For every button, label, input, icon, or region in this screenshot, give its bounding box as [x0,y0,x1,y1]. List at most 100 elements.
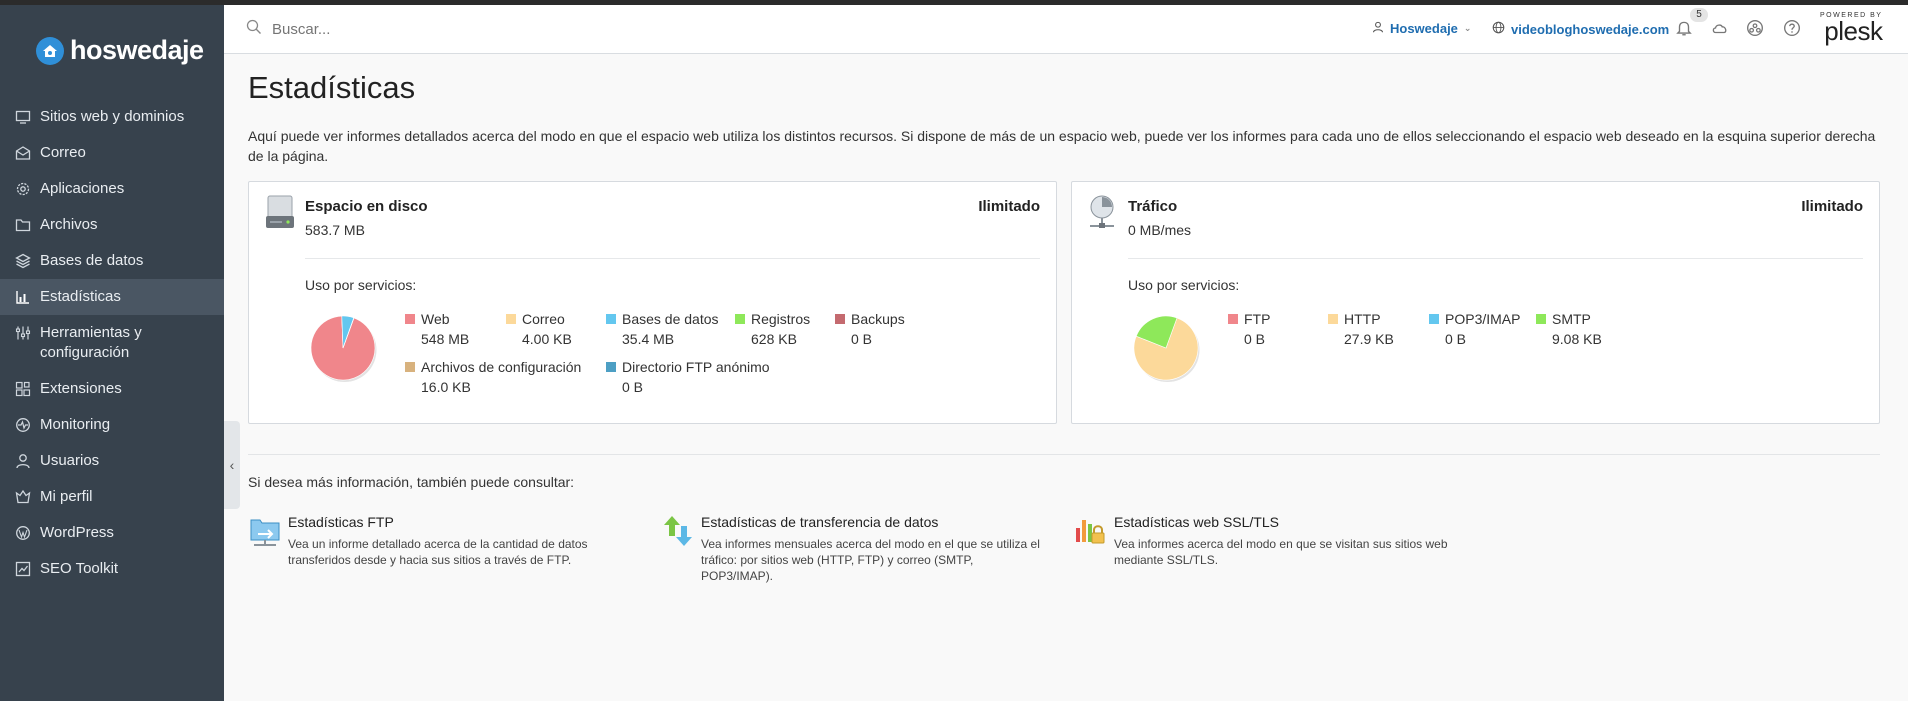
plesk-wordmark: plesk [1824,16,1883,46]
domain-selector[interactable]: videobloghoswedaje.com [1492,21,1669,37]
community-icon[interactable] [1746,19,1766,39]
legend-swatch [835,314,845,324]
sidebar-nav: Sitios web y dominios Correo Aplicacione… [0,99,224,587]
sidebar-item-herramientas[interactable]: Herramientas y configuración [0,315,224,371]
sidebar-item-label: Sitios web y dominios [40,108,185,125]
legend-label: SMTP [1552,311,1591,327]
legend-item-bases-de-datos: Bases de datos 35.4 MB [606,311,736,347]
sidebar-item-correo[interactable]: Correo [0,135,224,171]
legend-swatch [1536,314,1546,324]
legend-label: Correo [522,311,565,327]
sidebar-item-label: Herramientas y configuración [40,324,142,361]
legend-item-backups: Backups 0 B [835,311,965,347]
tools-icon [15,325,31,341]
sidebar-item-label: Usuarios [40,452,100,469]
sidebar-item-aplicaciones[interactable]: Aplicaciones [0,171,224,207]
traffic-title: Tráfico [1128,198,1178,215]
domain-name: videobloghoswedaje.com [1511,21,1670,37]
legend-label: Registros [751,311,811,327]
monitoring-icon [15,417,31,433]
sidebar-item-usuarios[interactable]: Usuarios [0,443,224,479]
help-icon[interactable] [1783,19,1803,39]
wordpress-icon [15,525,31,541]
traffic-meter-icon [1086,194,1120,230]
brand-logo[interactable]: hoswedaje [36,35,204,66]
sidebar-item-estadisticas[interactable]: Estadísticas [0,279,224,315]
disk-limit: Ilimitado [978,198,1040,215]
legend-label: Bases de datos [622,311,719,327]
sidebar-item-mi-perfil[interactable]: Mi perfil [0,479,224,515]
profile-icon [15,489,31,505]
monitor-icon [15,109,31,125]
user-menu[interactable]: Hoswedaje ⌄ [1372,21,1471,36]
user-name: Hoswedaje [1390,21,1458,36]
legend-item-ftp-anonimo: Directorio FTP anónimo 0 B [606,359,806,395]
sidebar-item-monitoring[interactable]: Monitoring [0,407,224,443]
page-intro: Aquí puede ver informes detallados acerc… [248,128,1876,164]
legend-swatch [1429,314,1439,324]
legend-label: Archivos de configuración [421,359,582,375]
divider [1128,258,1863,259]
legend-swatch [405,362,415,372]
user-icon [15,453,31,469]
hard-disk-icon [263,194,297,230]
legend-label: FTP [1244,311,1271,327]
seo-icon [15,561,31,577]
page-title: Estadísticas [248,70,416,105]
legend-value: 0 B [851,331,873,347]
extensions-icon [15,381,31,397]
sidebar-collapse-button[interactable]: ‹ [224,421,240,509]
gear-icon [15,181,31,197]
ssl-stats-description: Vea informes acerca del modo en que se v… [1114,537,1448,567]
chevron-down-icon: ⌄ [1463,23,1472,33]
legend-value: 9.08 KB [1552,331,1602,347]
traffic-usage-label: Uso por servicios: [1128,277,1240,293]
sidebar-item-sitios-web[interactable]: Sitios web y dominios [0,99,224,135]
sidebar-item-bases-de-datos[interactable]: Bases de datos [0,243,224,279]
ftp-stats-icon [248,514,282,548]
disk-usage-label: Uso por servicios: [305,277,417,293]
transfer-stats-icon [661,514,695,548]
ftp-stats-description: Vea un informe detallado acerca de la ca… [288,537,588,567]
cloud-icon[interactable] [1711,19,1731,39]
sidebar-item-seo-toolkit[interactable]: SEO Toolkit [0,551,224,587]
legend-value: 0 B [622,379,644,395]
legend-label: POP3/IMAP [1445,311,1521,327]
search-icon [246,19,262,40]
top-header: Hoswedaje ⌄ videobloghoswedaje.com 5 POW… [224,5,1908,54]
legend-swatch [506,314,516,324]
disk-usage-pie-chart [310,315,377,382]
divider [305,258,1040,259]
search-bar [246,19,572,40]
database-icon [15,253,31,269]
notifications-bell-icon[interactable] [1675,19,1695,39]
disk-title: Espacio en disco [305,198,428,215]
legend-value: 35.4 MB [622,331,675,347]
ssl-stats-link[interactable]: Estadísticas web SSL/TLS [1114,514,1279,530]
sidebar-item-wordpress[interactable]: WordPress [0,515,224,551]
legend-item-smtp: SMTP 9.08 KB [1536,311,1666,347]
sidebar-item-extensiones[interactable]: Extensiones [0,371,224,407]
sidebar-item-label: Extensiones [40,380,122,397]
ftp-stats-link[interactable]: Estadísticas FTP [288,514,394,530]
legend-label: Directorio FTP anónimo [622,359,770,375]
sidebar-item-label: SEO Toolkit [40,560,119,577]
sidebar-item-label: Estadísticas [40,288,121,305]
user-icon [1372,21,1384,36]
sidebar-item-archivos[interactable]: Archivos [0,207,224,243]
sidebar: hoswedaje Sitios web y dominios Correo A… [0,5,224,701]
legend-swatch [405,314,415,324]
sidebar-item-label: Mi perfil [40,488,93,505]
traffic-usage-pie-chart [1133,315,1200,382]
globe-icon [1492,21,1505,37]
more-info-text: Si desea más información, también puede … [248,474,575,490]
legend-swatch [606,362,616,372]
sidebar-item-label: WordPress [40,524,114,541]
house-logo-icon [36,36,64,65]
transfer-stats-link[interactable]: Estadísticas de transferencia de datos [701,514,938,530]
legend-label: HTTP [1344,311,1381,327]
bar-chart-icon [15,289,31,305]
sidebar-item-label: Aplicaciones [40,180,125,197]
search-input[interactable] [272,21,572,38]
legend-label: Web [421,311,450,327]
